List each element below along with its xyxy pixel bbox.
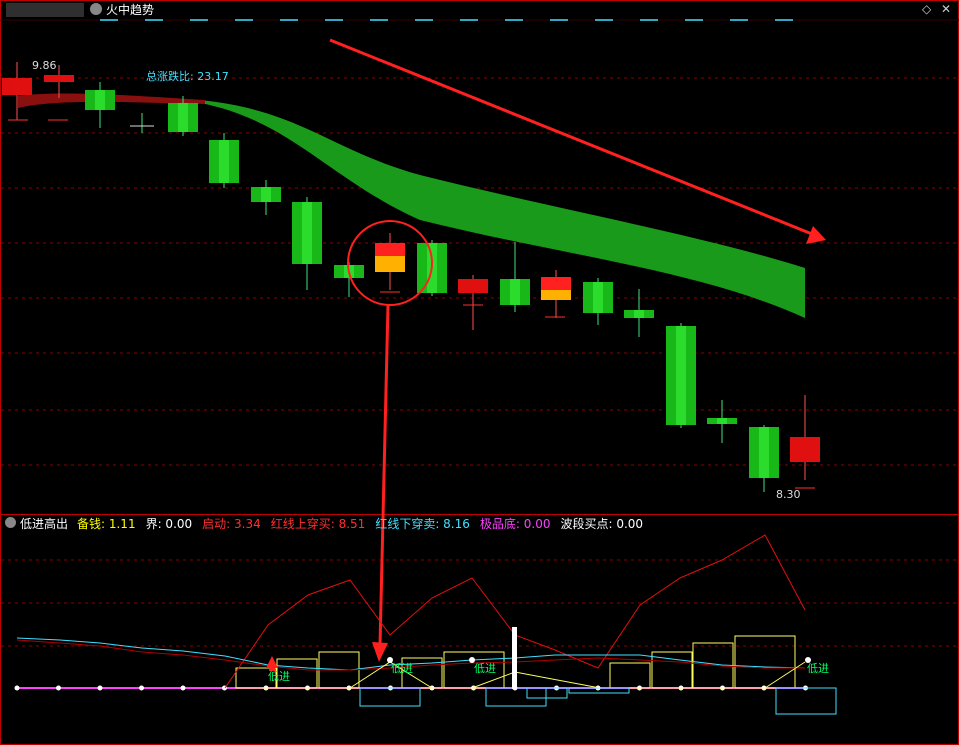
buy-triangle bbox=[266, 656, 278, 668]
indicator-values-row: 备钱: 1.11 界: 0.00 启动: 3.34 红线上穿买: 8.51 红线下穿卖:… bbox=[77, 517, 653, 531]
candle-shine bbox=[510, 279, 520, 305]
candle-shine bbox=[302, 202, 312, 264]
signal-arrow bbox=[378, 304, 390, 646]
bottom-panel-frame bbox=[0, 514, 959, 745]
candle-shine bbox=[676, 326, 686, 425]
candle-body bbox=[790, 437, 820, 462]
cyan-box bbox=[526, 687, 568, 699]
white-signal-bar bbox=[512, 627, 517, 689]
candle-shine bbox=[717, 418, 727, 424]
candle-body bbox=[458, 279, 488, 293]
candle-shine bbox=[95, 90, 105, 110]
candle-shine bbox=[178, 103, 188, 132]
candle-shine bbox=[261, 187, 271, 202]
change-ratio-label: 总涨跌比: 23.17 bbox=[146, 70, 229, 83]
cyan-box bbox=[485, 687, 547, 707]
high-price-label: 9.86 bbox=[32, 59, 57, 72]
candle-shine bbox=[593, 282, 603, 313]
change-ratio-value: 23.17 bbox=[197, 70, 229, 83]
candle-shine bbox=[634, 310, 644, 318]
signal-arrow-head bbox=[372, 642, 388, 662]
chart-window: 火中趋势 ◇ ✕ 9.86 8.30 总涨跌比: 23.17 低进高出 备钱: … bbox=[0, 0, 959, 745]
signal-label: 低进 bbox=[391, 662, 413, 675]
indicator-1: 界: 0.00 bbox=[145, 517, 193, 531]
indicator-3: 红线上穿买: 8.51 bbox=[270, 517, 366, 531]
trend-arrow-head bbox=[806, 226, 826, 244]
candle-body bbox=[44, 75, 74, 82]
indicator-panel-title: 低进高出 bbox=[20, 517, 69, 531]
indicator-5: 极品底: 0.00 bbox=[479, 517, 551, 531]
collapse-icon[interactable] bbox=[90, 3, 102, 15]
main-panel-title: 火中趋势 bbox=[106, 3, 155, 17]
candle-shine bbox=[759, 427, 769, 478]
candle-body bbox=[2, 78, 32, 95]
indicator-2: 启动: 3.34 bbox=[202, 517, 261, 531]
candle-highlight bbox=[541, 290, 571, 300]
collapse-icon[interactable] bbox=[5, 517, 16, 528]
yellow-box bbox=[734, 635, 796, 689]
blurred-stock-name bbox=[6, 3, 84, 17]
signal-label: 低进 bbox=[268, 670, 290, 683]
base-dot bbox=[180, 685, 186, 691]
close-icon[interactable]: ✕ bbox=[941, 2, 951, 16]
indicator-6: 波段买点: 0.00 bbox=[560, 517, 644, 531]
candle-shine bbox=[219, 140, 229, 183]
base-dot bbox=[56, 685, 61, 691]
chart-canvas bbox=[0, 0, 959, 745]
cyan-box bbox=[775, 687, 837, 715]
yellow-box bbox=[609, 662, 651, 689]
diamond-icon[interactable]: ◇ bbox=[922, 2, 931, 16]
base-dot bbox=[14, 685, 20, 691]
base-dot bbox=[97, 685, 103, 691]
base-dot bbox=[139, 685, 144, 691]
candle-highlight bbox=[375, 256, 405, 272]
cyan-box bbox=[359, 687, 421, 707]
indicator-4: 红线下穿卖: 8.16 bbox=[375, 517, 470, 531]
low-price-label: 8.30 bbox=[776, 488, 801, 501]
signal-label: 低进 bbox=[807, 662, 829, 675]
indicator-0: 备钱: 1.11 bbox=[77, 517, 136, 531]
yellow-fan bbox=[764, 661, 806, 689]
signal-label: 低进 bbox=[474, 662, 496, 675]
